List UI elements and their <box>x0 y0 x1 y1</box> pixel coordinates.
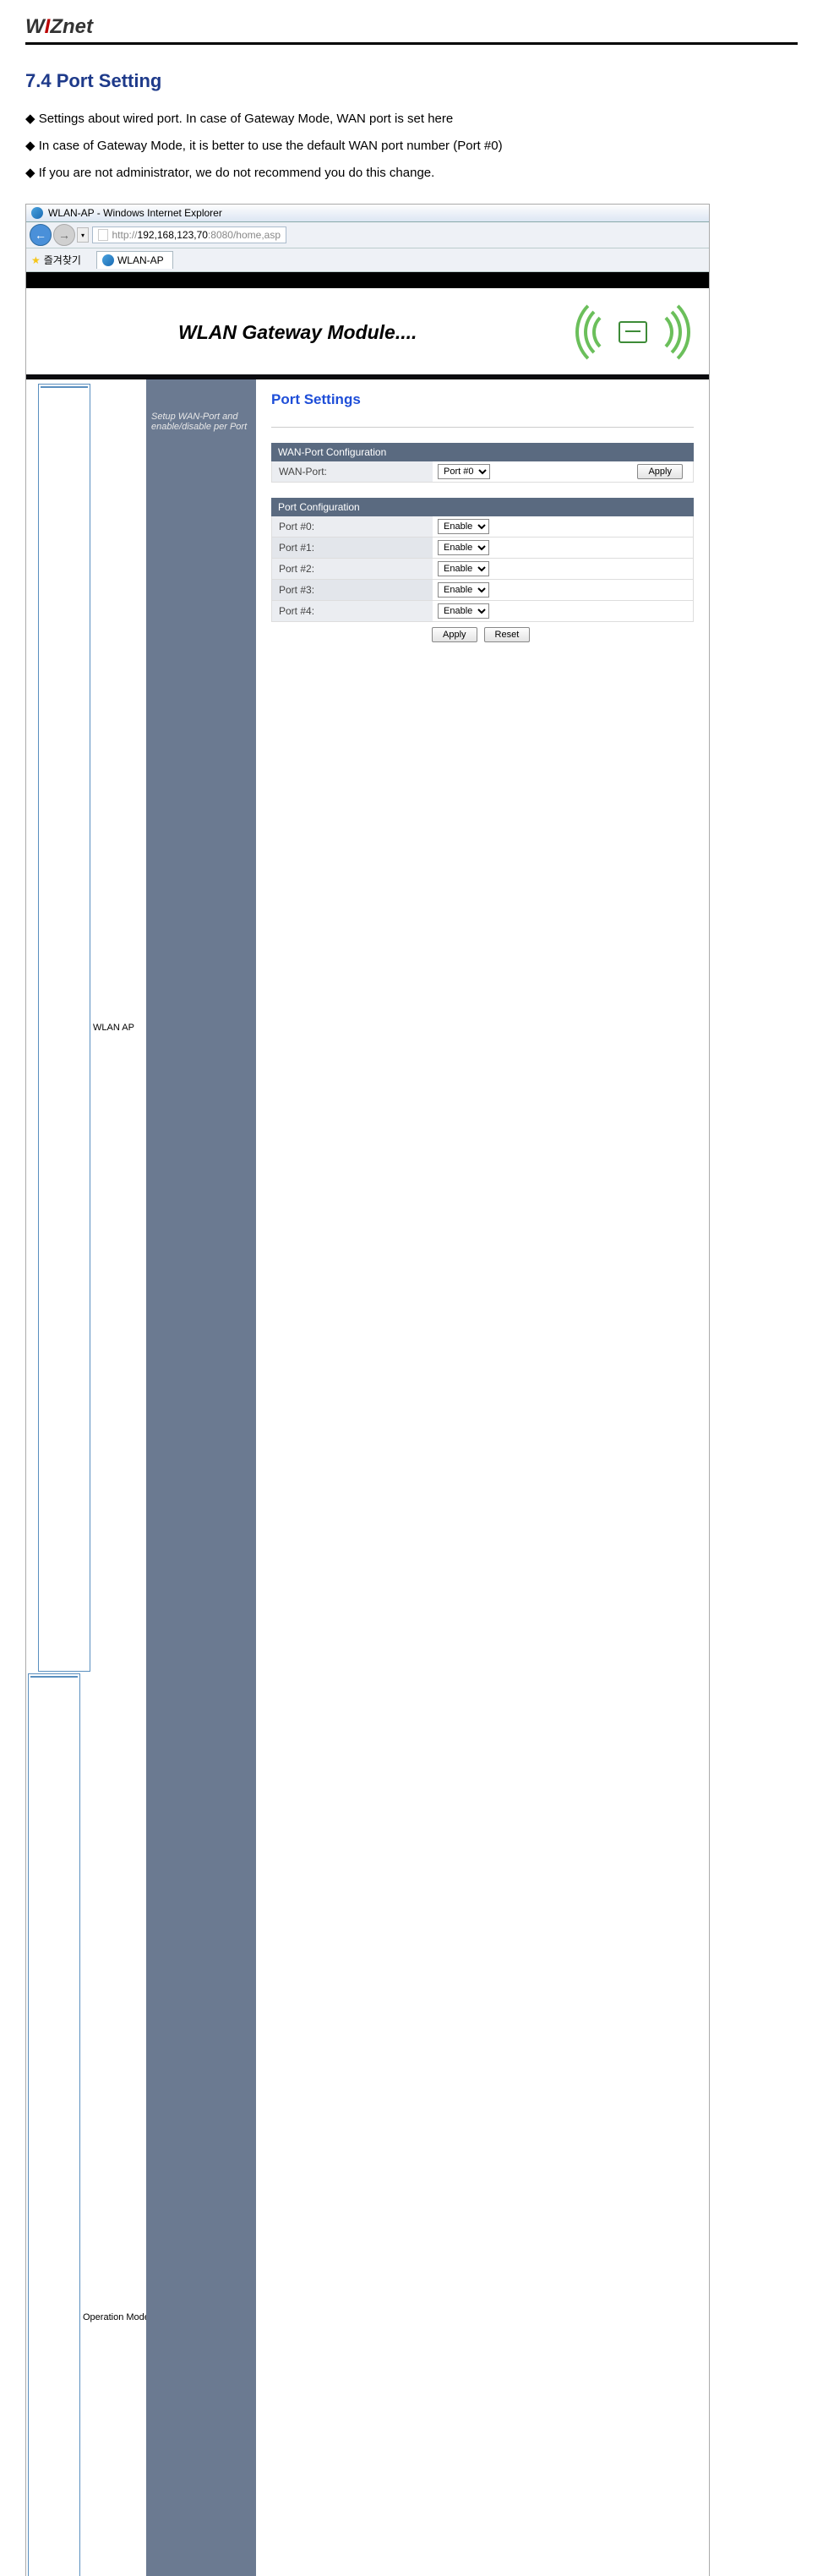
bullet-item: Settings about wired port. In case of Ga… <box>25 111 798 126</box>
url-rest: :8080/home,asp <box>208 229 281 241</box>
browser-toolbar: ← → ▾ http://192,168,123,70:8080/home,as… <box>26 222 709 248</box>
url-host: 192,168,123,70 <box>138 229 208 241</box>
reset-button[interactable]: Reset <box>484 627 531 642</box>
star-icon[interactable]: ★ <box>31 254 41 266</box>
nav-dropdown[interactable]: ▾ <box>77 227 89 243</box>
port2-label: Port #2: <box>272 559 433 579</box>
bullet-item: In case of Gateway Mode, it is better to… <box>25 138 798 153</box>
port3-row: Port #3: Enable <box>271 580 694 601</box>
favorites-bar: ★ 즐겨찾기 WLAN-AP <box>26 248 709 272</box>
port3-select[interactable]: Enable <box>438 582 489 598</box>
port4-select[interactable]: Enable <box>438 603 489 619</box>
browser-tab[interactable]: WLAN-AP <box>96 251 173 269</box>
port0-select[interactable]: Enable <box>438 519 489 534</box>
tree-label: WLAN AP <box>93 1023 134 1033</box>
banner-title: WLAN Gateway Module.... <box>178 321 417 344</box>
logo-w: W <box>25 15 45 38</box>
tab-label: WLAN-AP <box>117 254 164 266</box>
forward-button[interactable]: → <box>53 224 75 246</box>
port2-row: Port #2: Enable <box>271 559 694 580</box>
section-wan-header: WAN-Port Configuration <box>271 443 694 461</box>
port1-row: Port #1: Enable <box>271 538 694 559</box>
window-titlebar: WLAN-AP - Windows Internet Explorer <box>26 205 709 222</box>
port0-label: Port #0: <box>272 516 433 537</box>
ie-icon <box>102 254 114 266</box>
button-row: Apply Reset <box>271 622 694 642</box>
heading-divider <box>271 427 694 428</box>
port4-row: Port #4: Enable <box>271 601 694 622</box>
section-title: 7.4 Port Setting <box>25 70 798 92</box>
help-column: Setup WAN-Port and enable/disable per Po… <box>146 379 256 2576</box>
wan-port-select[interactable]: Port #0 <box>438 464 490 479</box>
nav-tree: WLAN AP Operation Mode ⊞Internet Setting… <box>26 379 146 2576</box>
wan-apply-button[interactable]: Apply <box>637 464 683 479</box>
ie-icon <box>31 207 43 219</box>
port1-select[interactable]: Enable <box>438 540 489 555</box>
url-prefix: http:// <box>112 229 137 241</box>
back-button[interactable]: ← <box>30 224 52 246</box>
tree-item-operation-mode[interactable]: Operation Mode <box>28 1673 144 2576</box>
apply-button[interactable]: Apply <box>432 627 477 642</box>
logo-znet: Znet <box>50 15 93 38</box>
port2-select[interactable]: Enable <box>438 561 489 576</box>
logo: WIZnet <box>25 15 798 39</box>
section-port-header: Port Configuration <box>271 498 694 516</box>
page-banner: WLAN Gateway Module.... <box>26 288 709 379</box>
page-heading: Port Settings <box>271 391 694 408</box>
wan-port-label: WAN-Port: <box>272 461 433 482</box>
wan-port-row: WAN-Port: Port #0 Apply <box>271 461 694 483</box>
wifi-logo-icon <box>574 307 692 357</box>
ie-screenshot: WLAN-AP - Windows Internet Explorer ← → … <box>25 204 710 2576</box>
port4-label: Port #4: <box>272 601 433 621</box>
favorites-label[interactable]: 즐겨찾기 <box>44 253 81 267</box>
window-title: WLAN-AP - Windows Internet Explorer <box>48 207 222 219</box>
black-strip <box>26 272 709 288</box>
tree-root[interactable]: WLAN AP <box>28 383 144 1673</box>
bullet-list: Settings about wired port. In case of Ga… <box>25 111 798 180</box>
help-text: Setup WAN-Port and enable/disable per Po… <box>151 412 251 432</box>
port0-row: Port #0: Enable <box>271 516 694 538</box>
tree-label: Operation Mode <box>83 2312 150 2322</box>
port3-label: Port #3: <box>272 580 433 600</box>
top-divider <box>25 42 798 45</box>
page-icon <box>98 229 108 241</box>
bullet-item: If you are not administrator, we do not … <box>25 165 798 180</box>
port1-label: Port #1: <box>272 538 433 558</box>
app-body: WLAN AP Operation Mode ⊞Internet Setting… <box>26 379 709 2576</box>
address-bar[interactable]: http://192,168,123,70:8080/home,asp <box>92 226 286 243</box>
page-icon <box>38 384 90 1672</box>
main-column: Port Settings WAN-Port Configuration WAN… <box>256 379 709 2576</box>
page-icon <box>28 1673 80 2576</box>
